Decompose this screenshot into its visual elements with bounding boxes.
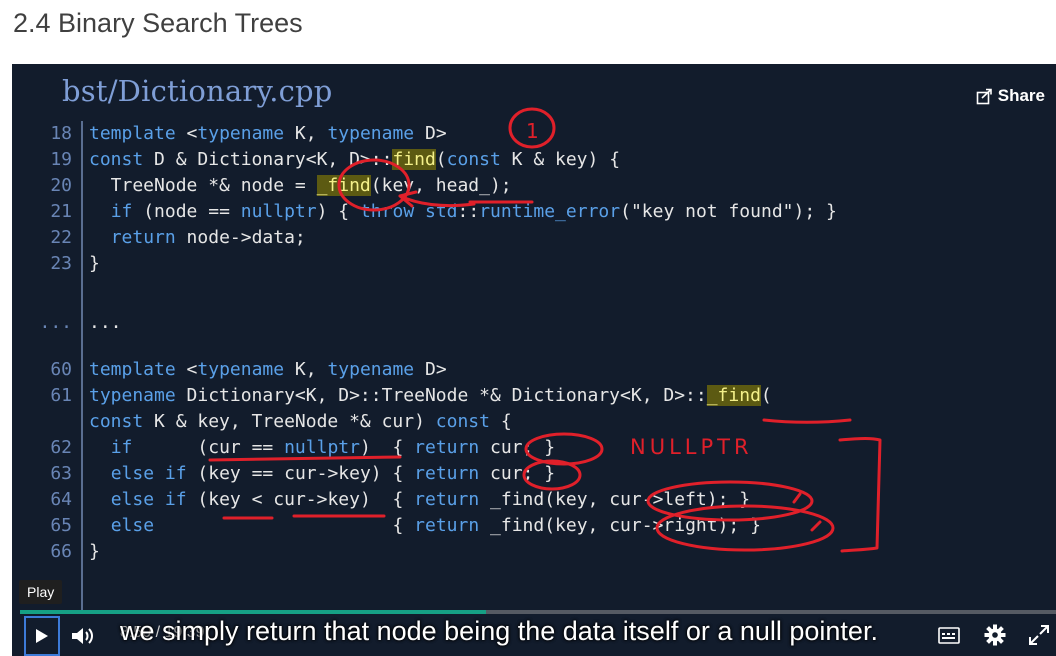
line-number: 19: [50, 149, 72, 170]
gear-icon[interactable]: [984, 624, 1006, 646]
code-text: if (node == nullptr) { throw std::runtim…: [110, 201, 837, 222]
line-number: 18: [50, 123, 72, 144]
code-text: return node->data;: [110, 227, 306, 248]
share-icon: [976, 88, 992, 104]
code-text: if (cur == nullptr) { return cur; }: [110, 437, 556, 458]
fullscreen-icon[interactable]: [1028, 624, 1050, 646]
code-text: typename Dictionary<K, D>::TreeNode *& D…: [89, 385, 772, 406]
code-text: }: [89, 253, 100, 274]
code-text: const D & Dictionary<K, D>::find(const K…: [89, 149, 621, 170]
page-title: 2.4 Binary Search Trees: [13, 8, 303, 38]
video-player[interactable]: bst/Dictionary.cpp Share 18 template <typ…: [12, 64, 1056, 656]
line-number: 22: [50, 227, 72, 248]
code-text: TreeNode *& node = _find(key, head_);: [89, 175, 512, 196]
code-text: ...: [89, 312, 122, 333]
code-text: template <typename K, typename D>: [89, 123, 447, 144]
line-number: 65: [50, 515, 72, 536]
share-label: Share: [997, 86, 1045, 105]
line-number: 62: [50, 437, 72, 458]
code-text: }: [89, 541, 100, 562]
line-number: 66: [50, 541, 72, 562]
line-number: 60: [50, 359, 72, 380]
code-text: else { return _find(key, cur->right); }: [110, 515, 761, 536]
line-number: 61: [50, 385, 72, 406]
line-number: 64: [50, 489, 72, 510]
slide-file-title: bst/Dictionary.cpp: [62, 74, 333, 108]
player-controls: 8:50 / 19:39 we simply return that node …: [12, 614, 1056, 656]
share-button[interactable]: Share: [976, 86, 1045, 106]
line-number: 20: [50, 175, 72, 196]
captions-icon[interactable]: [938, 627, 960, 644]
play-button[interactable]: [24, 616, 60, 656]
line-number: ...: [39, 312, 72, 333]
play-tooltip: Play: [19, 580, 63, 604]
line-number: 23: [50, 253, 72, 274]
code-text: else if (key < cur->key) { return _find(…: [110, 489, 751, 510]
caption-text: we simply return that node being the dat…: [120, 616, 878, 646]
gutter-divider: [81, 121, 83, 611]
code-text: const K & key, TreeNode *& cur) const {: [89, 411, 512, 432]
volume-icon[interactable]: [70, 625, 96, 647]
line-number: 63: [50, 463, 72, 484]
code-text: else if (key == cur->key) { return cur; …: [110, 463, 556, 484]
play-icon: [36, 629, 48, 643]
code-block: 18 template <typename K, typename D> 19 con…: [12, 121, 1056, 611]
line-number: 21: [50, 201, 72, 222]
code-text: template <typename K, typename D>: [89, 359, 447, 380]
